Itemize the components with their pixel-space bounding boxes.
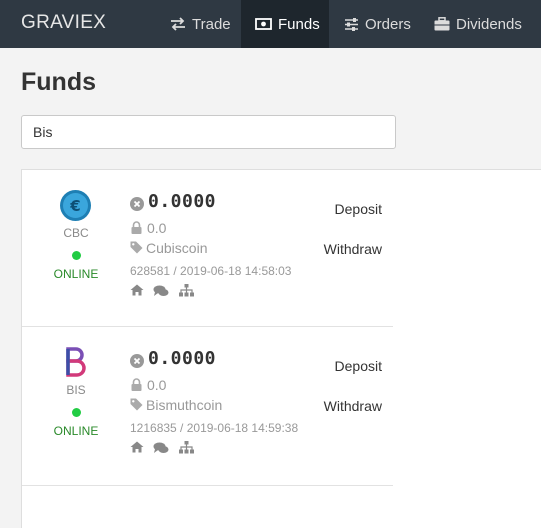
chat-icon[interactable] <box>153 285 169 297</box>
nav-orders-label: Orders <box>365 15 411 33</box>
coin-list: € CBC ONLINE 0.0000 0.0 Cubiscoin 628581… <box>21 169 394 528</box>
bismuth-logo-icon <box>66 347 86 377</box>
locked-value: 0.0 <box>147 377 167 393</box>
search-input[interactable] <box>21 115 396 149</box>
exchange-icon <box>171 17 185 31</box>
status-dot <box>72 251 81 260</box>
status-label: ONLINE <box>53 267 99 281</box>
sitemap-icon[interactable] <box>179 441 194 454</box>
sliders-icon <box>345 17 358 31</box>
deposit-button[interactable]: Deposit <box>335 201 382 217</box>
svg-text:€: € <box>69 197 80 215</box>
top-navbar: GRAVIEX Trade Funds Orders Dividends <box>0 0 541 48</box>
lock-icon <box>131 221 142 234</box>
coin-card-cbc: € CBC ONLINE 0.0000 0.0 Cubiscoin 628581… <box>22 170 393 327</box>
withdraw-button[interactable]: Withdraw <box>324 241 382 257</box>
nav-funds[interactable]: Funds <box>241 0 329 48</box>
cubiscoin-logo-icon: € <box>60 190 91 221</box>
money-icon <box>255 18 272 30</box>
coin-name: Bismuthcoin <box>146 397 223 413</box>
briefcase-icon <box>434 17 450 31</box>
nav-orders[interactable]: Orders <box>331 0 418 48</box>
block-height-timestamp: 628581 / 2019-06-18 14:58:03 <box>130 264 292 278</box>
balance-value: 0.0000 <box>148 348 217 369</box>
tag-icon <box>130 241 143 254</box>
nav-dividends-label: Dividends <box>456 15 522 33</box>
balance-value: 0.0000 <box>148 191 217 212</box>
nav-dividends[interactable]: Dividends <box>420 0 541 48</box>
deposit-button[interactable]: Deposit <box>335 358 382 374</box>
balance-coin-icon <box>130 197 144 211</box>
coin-card-bis: BIS ONLINE 0.0000 0.0 Bismuthcoin 121683… <box>22 327 393 486</box>
status-label: ONLINE <box>53 424 99 438</box>
locked-value: 0.0 <box>147 220 167 236</box>
detail-panel <box>393 169 541 528</box>
sitemap-icon[interactable] <box>179 284 194 297</box>
coin-symbol: CBC <box>63 226 89 240</box>
block-height-timestamp: 1216835 / 2019-06-18 14:59:38 <box>130 421 299 435</box>
chat-icon[interactable] <box>153 442 169 454</box>
nav-funds-label: Funds <box>278 15 320 33</box>
nav-trade-label: Trade <box>192 15 231 33</box>
nav-trade[interactable]: Trade <box>159 0 239 48</box>
status-dot <box>72 408 81 417</box>
page-title: Funds <box>21 68 96 96</box>
lock-icon <box>131 378 142 391</box>
coin-name: Cubiscoin <box>146 240 208 256</box>
tag-icon <box>130 398 143 411</box>
coin-symbol: BIS <box>66 383 86 397</box>
balance-coin-icon <box>130 354 144 368</box>
home-icon[interactable] <box>130 284 144 296</box>
withdraw-button[interactable]: Withdraw <box>324 398 382 414</box>
brand-logo[interactable]: GRAVIEX <box>21 12 106 34</box>
home-icon[interactable] <box>130 441 144 453</box>
